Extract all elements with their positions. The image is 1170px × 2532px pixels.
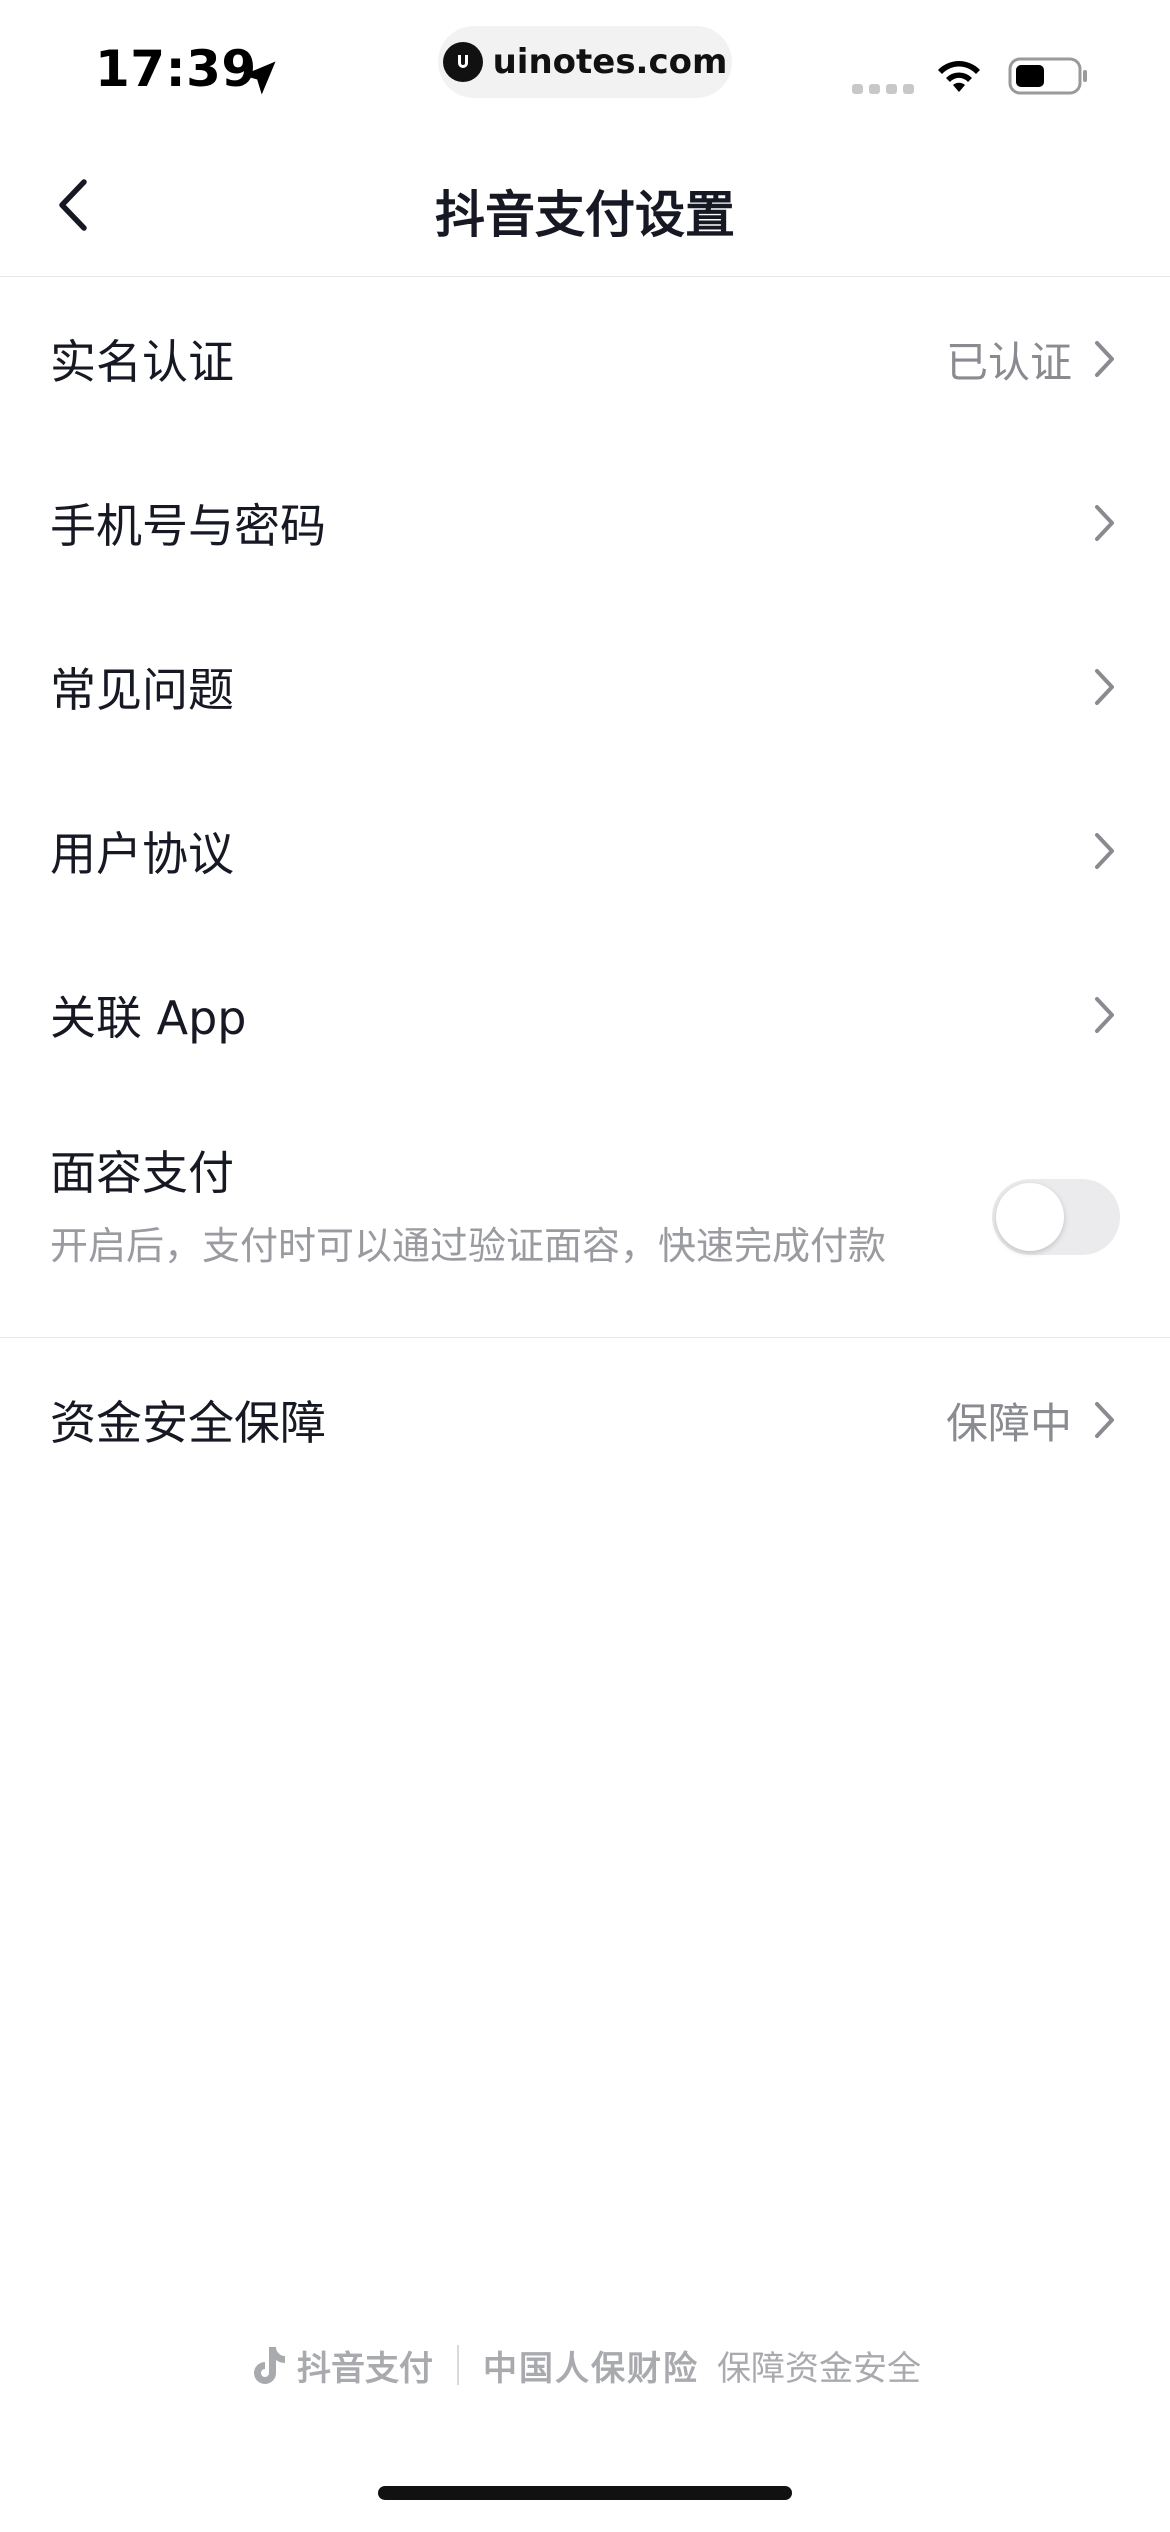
settings-item-label: 用户协议 xyxy=(50,827,234,881)
settings-item-linked-app[interactable]: 关联 App xyxy=(0,933,1170,1097)
site-logo-icon xyxy=(442,42,483,82)
status-bar: 17:39 uinotes.com xyxy=(0,0,1170,130)
home-indicator[interactable] xyxy=(378,2486,792,2500)
douyin-logo-icon xyxy=(254,2347,285,2384)
settings-item-user-agreement[interactable]: 用户协议 xyxy=(0,769,1170,933)
settings-item-label: 资金安全保障 xyxy=(50,1396,326,1450)
url-pill[interactable]: uinotes.com xyxy=(438,26,732,98)
page-title: 抖音支付设置 xyxy=(435,186,735,244)
settings-item-real-name[interactable]: 实名认证 已认证 xyxy=(0,277,1170,441)
battery-icon xyxy=(1008,57,1087,95)
location-arrow-icon xyxy=(242,61,276,95)
settings-item-right: 保障中 xyxy=(946,1338,1118,1502)
toggle-knob xyxy=(996,1183,1064,1251)
face-pay-description: 开启后，支付时可以通过验证面容，快速完成付款 xyxy=(50,1224,887,1268)
chevron-right-icon xyxy=(1095,1402,1114,1438)
settings-item-right: 已认证 xyxy=(946,277,1118,441)
footer-divider xyxy=(457,2345,459,2385)
settings-item-right xyxy=(1092,441,1118,605)
wifi-icon xyxy=(938,61,980,92)
footer-slogan: 保障资金安全 xyxy=(717,2348,921,2389)
settings-item-right xyxy=(1092,605,1118,769)
settings-list: 实名认证 已认证 手机号与密码 常见问题 用户协议 关联 App 面容支付 开启… xyxy=(0,277,1170,1502)
face-pay-title: 面容支付 xyxy=(50,1146,234,1200)
settings-item-fund-security[interactable]: 资金安全保障 保障中 xyxy=(0,1338,1170,1502)
settings-item-label: 手机号与密码 xyxy=(50,499,326,553)
settings-item-label: 常见问题 xyxy=(50,663,234,717)
settings-item-face-pay: 面容支付 开启后，支付时可以通过验证面容，快速完成付款 xyxy=(0,1097,1170,1338)
footer-partner: 中国人保财险 xyxy=(483,2348,699,2389)
settings-item-phone-password[interactable]: 手机号与密码 xyxy=(0,441,1170,605)
signal-icon xyxy=(852,84,914,94)
chevron-right-icon xyxy=(1095,997,1114,1033)
chevron-right-icon xyxy=(1095,669,1114,705)
settings-item-label: 关联 App xyxy=(50,991,247,1045)
security-status: 保障中 xyxy=(945,1398,1072,1448)
footer-brand-text: 抖音支付 xyxy=(297,2348,433,2389)
settings-item-right xyxy=(1092,769,1118,933)
status-time: 17:39 xyxy=(95,40,257,98)
footer-brand: 抖音支付 xyxy=(249,2341,433,2390)
settings-item-label: 实名认证 xyxy=(50,335,234,389)
settings-item-right xyxy=(1092,933,1118,1097)
nav-header: 抖音支付设置 xyxy=(0,130,1170,277)
verified-status: 已认证 xyxy=(945,337,1072,387)
chevron-right-icon xyxy=(1095,833,1114,869)
chevron-right-icon xyxy=(1095,341,1114,377)
footer-branding: 抖音支付 中国人保财险 保障资金安全 xyxy=(0,2335,1170,2395)
url-text: uinotes.com xyxy=(492,42,728,82)
screen: 17:39 uinotes.com 抖音支付设置 实名认证 已认证 手机号与密码… xyxy=(0,0,1170,2532)
settings-item-faq[interactable]: 常见问题 xyxy=(0,605,1170,769)
face-pay-toggle[interactable] xyxy=(992,1179,1120,1255)
chevron-right-icon xyxy=(1095,505,1114,541)
